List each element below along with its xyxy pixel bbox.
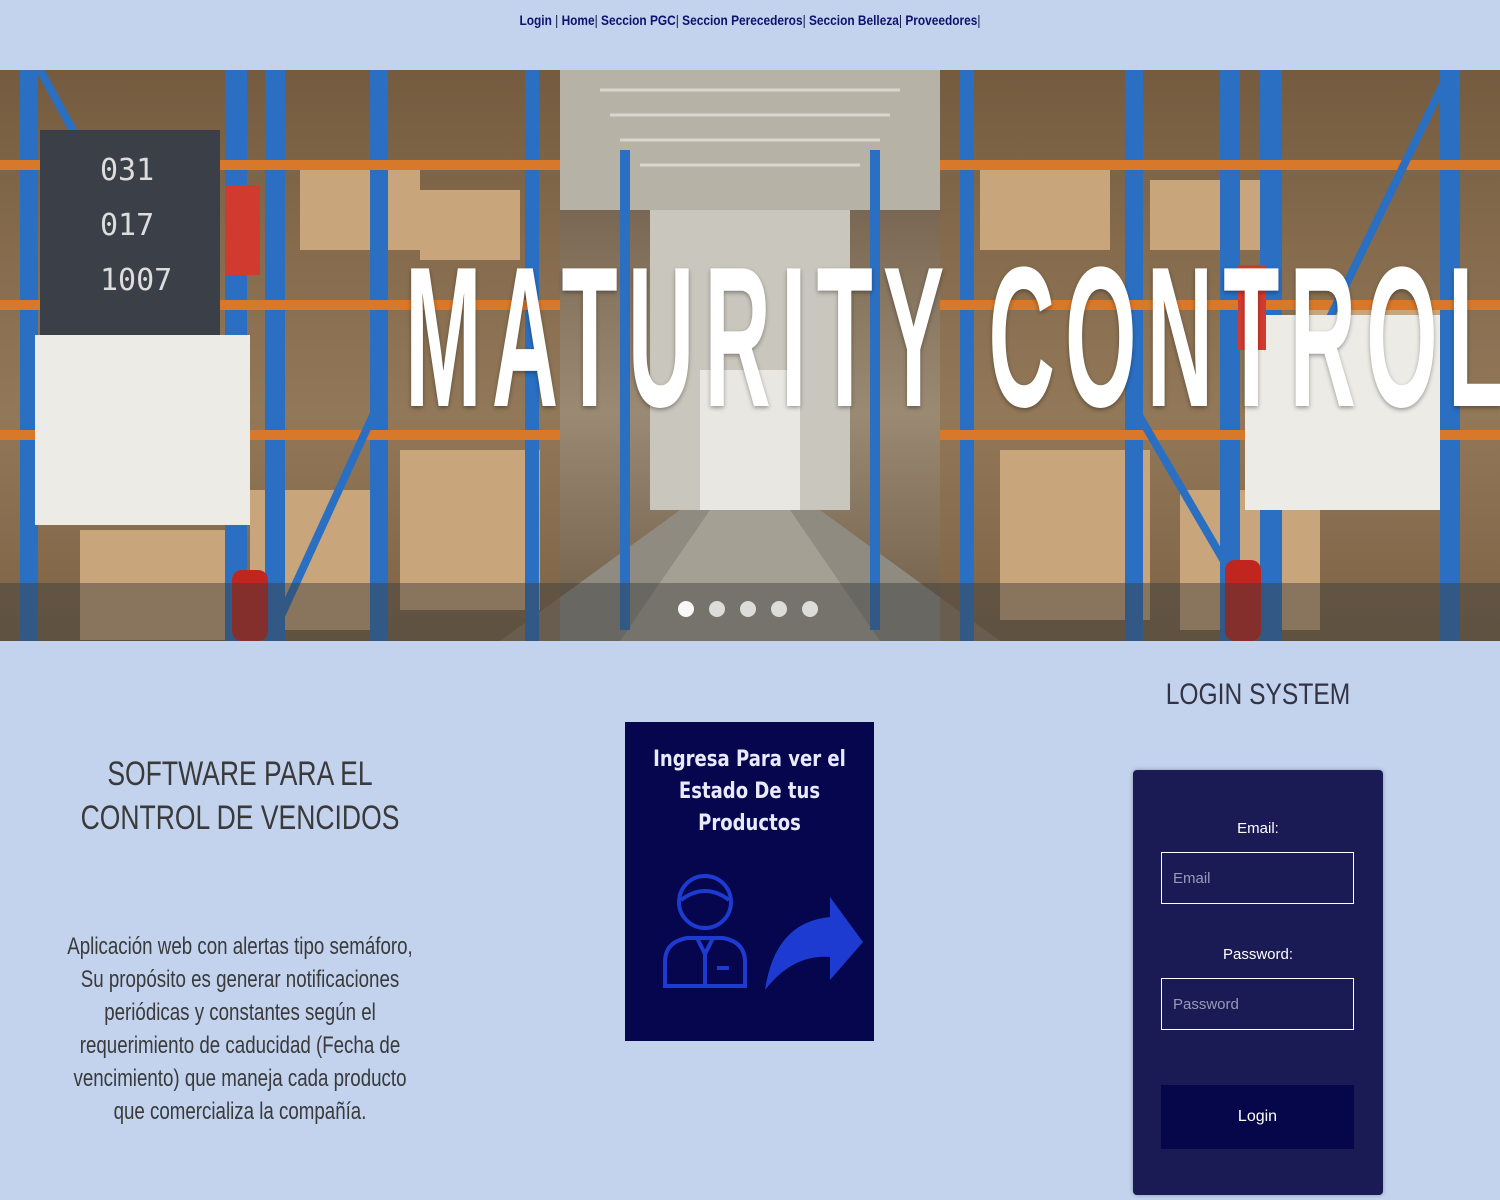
login-heading: LOGIN SYSTEM: [1165, 678, 1351, 711]
promo-card[interactable]: Ingresa Para ver el Estado De tus Produc…: [625, 722, 874, 1041]
email-input[interactable]: [1161, 852, 1354, 904]
promo-illustration: [663, 874, 863, 990]
email-label: Email:: [1237, 820, 1279, 837]
nav-separator: |: [977, 12, 981, 28]
password-input[interactable]: [1161, 978, 1354, 1030]
intro-title: SOFTWARE PARA EL CONTROL DE VENCIDOS: [80, 755, 400, 837]
nav-separator: |: [802, 12, 806, 28]
login-button[interactable]: Login: [1161, 1085, 1354, 1149]
arrow-icon: [765, 897, 863, 990]
hero-title: MATURITY CONTROL: [405, 226, 1500, 449]
intro-description: Aplicación web con alertas tipo semáforo…: [67, 933, 413, 1125]
nav-link-seccion-belleza[interactable]: Seccion Belleza: [809, 12, 899, 28]
svg-text:017: 017: [100, 208, 154, 243]
nav-link-seccion-perecederos[interactable]: Seccion Perecederos: [682, 12, 802, 28]
password-label: Password:: [1222, 946, 1294, 963]
nav-link-seccion-pgc[interactable]: Seccion PGC: [601, 12, 676, 28]
svg-text:1007: 1007: [100, 263, 172, 298]
promo-text: Ingresa Para ver el Estado De tus Produc…: [653, 747, 846, 836]
nav-separator: |: [594, 12, 598, 28]
carousel-dot-3[interactable]: [740, 601, 756, 617]
hero-carousel: 031 017 1007 MATURITY CONTROL: [0, 70, 1500, 641]
nav-link-home[interactable]: Home: [562, 12, 595, 28]
carousel-dot-5[interactable]: [802, 601, 818, 617]
login-form: Email: Password: Login: [1133, 770, 1383, 1195]
carousel-dots: [678, 601, 818, 617]
user-icon: [663, 874, 747, 988]
svg-text:031: 031: [100, 153, 154, 188]
nav-separator: |: [898, 12, 903, 28]
carousel-dot-2[interactable]: [709, 601, 725, 617]
nav-separator: |: [675, 12, 679, 28]
carousel-dot-1[interactable]: [678, 601, 694, 617]
nav-link-proveedores[interactable]: Proveedores: [905, 12, 977, 28]
top-nav: Login | Home| Seccion PGC| Seccion Perec…: [113, 12, 1388, 28]
nav-link-login[interactable]: Login: [519, 12, 551, 28]
nav-separator: |: [555, 12, 559, 28]
carousel-dot-4[interactable]: [771, 601, 787, 617]
